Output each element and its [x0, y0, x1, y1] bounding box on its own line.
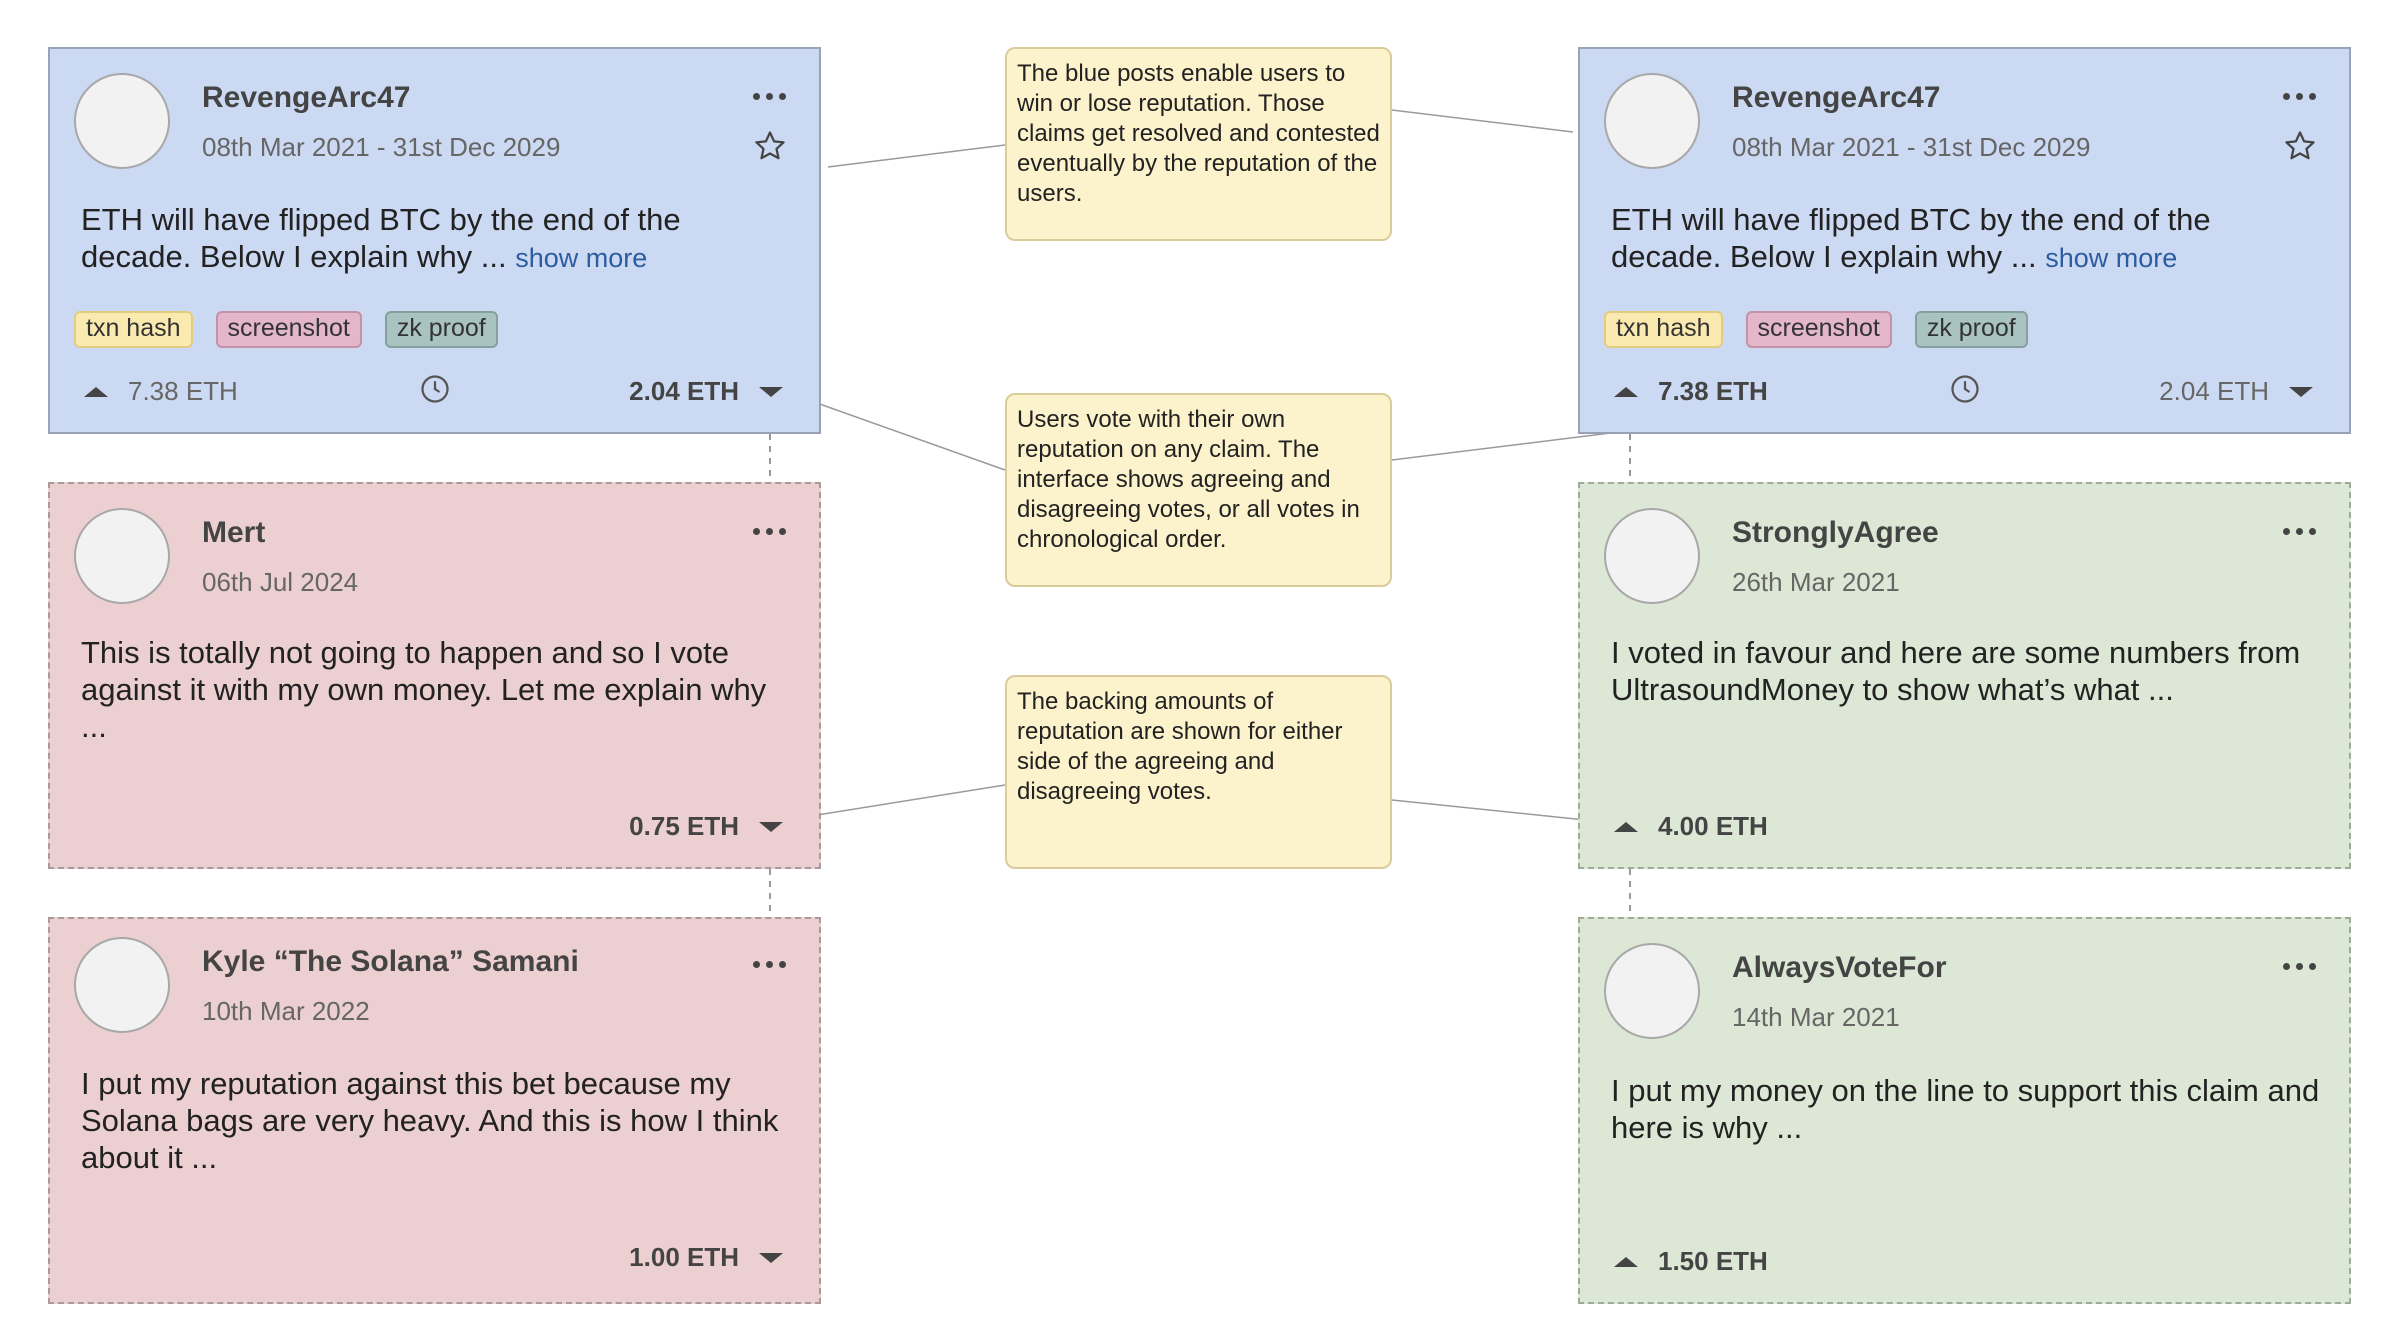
upvote-icon	[1614, 386, 1638, 397]
clock-icon[interactable]	[420, 374, 450, 404]
note-voting: Users vote with their own reputation on …	[1005, 393, 1392, 587]
claim-card-left[interactable]: RevengeArc47 08th Mar 2021 - 31st Dec 20…	[48, 47, 821, 434]
tag-txn-hash[interactable]: txn hash	[1604, 311, 1723, 348]
star-icon[interactable]	[2283, 129, 2317, 163]
connector-blue-post-note-right	[1391, 109, 1574, 133]
vote-text: This is totally not going to happen and …	[81, 635, 767, 744]
upvote-button[interactable]: 7.38 ETH	[1614, 376, 1768, 407]
connector-blue-post-note	[827, 144, 1006, 168]
downvote-icon	[759, 1252, 783, 1263]
vote-text: I put my reputation against this bet bec…	[81, 1066, 779, 1175]
avatar[interactable]	[74, 937, 170, 1033]
username[interactable]: Mert	[202, 516, 265, 550]
upvote-icon	[84, 386, 108, 397]
vote-card-alwaysvotefor[interactable]: AlwaysVoteFor 14th Mar 2021 I put my mon…	[1578, 917, 2351, 1304]
more-options-icon[interactable]	[753, 93, 787, 101]
downvote-icon	[759, 386, 783, 397]
upvote-amount: 7.38 ETH	[128, 376, 238, 406]
vote-card-kyle[interactable]: Kyle “The Solana” Samani 10th Mar 2022 I…	[48, 917, 821, 1304]
downvote-amount: 2.04 ETH	[629, 376, 739, 406]
vote-date: 10th Mar 2022	[202, 996, 370, 1026]
vote-date: 26th Mar 2021	[1732, 567, 1900, 597]
more-options-icon[interactable]	[753, 961, 787, 969]
downvote-amount-display[interactable]: 1.00 ETH	[629, 1242, 783, 1273]
show-more-link[interactable]: show more	[515, 243, 647, 273]
claim-text: ETH will have flipped BTC by the end of …	[1611, 201, 2321, 277]
username[interactable]: RevengeArc47	[202, 81, 410, 115]
tag-txn-hash[interactable]: txn hash	[74, 311, 193, 348]
tag-zk-proof[interactable]: zk proof	[384, 311, 498, 348]
vote-text: I put my money on the line to support th…	[1611, 1073, 2320, 1145]
username[interactable]: AlwaysVoteFor	[1732, 951, 1947, 985]
clock-icon[interactable]	[1950, 374, 1980, 404]
vote-text: I voted in favour and here are some numb…	[1611, 635, 2301, 707]
downvote-amount: 1.00 ETH	[629, 1242, 739, 1272]
vote-date: 14th Mar 2021	[1732, 1002, 1900, 1032]
upvote-amount: 4.00 ETH	[1658, 811, 1768, 841]
avatar[interactable]	[1604, 73, 1700, 169]
tag-screenshot[interactable]: screenshot	[215, 311, 362, 348]
show-more-link[interactable]: show more	[2045, 243, 2177, 273]
downvote-button[interactable]: 2.04 ETH	[629, 376, 783, 407]
upvote-amount: 7.38 ETH	[1658, 376, 1768, 406]
username[interactable]: StronglyAgree	[1732, 516, 1939, 550]
avatar[interactable]	[1604, 943, 1700, 1039]
evidence-tags: txn hash screenshot zk proof	[1604, 311, 2028, 348]
tag-zk-proof[interactable]: zk proof	[1914, 311, 2028, 348]
upvote-icon	[1614, 821, 1638, 832]
claim-card-right[interactable]: RevengeArc47 08th Mar 2021 - 31st Dec 20…	[1578, 47, 2351, 434]
claim-date-range: 08th Mar 2021 - 31st Dec 2029	[1732, 132, 2091, 162]
vote-card-stronglyagree[interactable]: StronglyAgree 26th Mar 2021 I voted in f…	[1578, 482, 2351, 869]
downvote-amount: 0.75 ETH	[629, 811, 739, 841]
downvote-amount: 2.04 ETH	[2159, 376, 2269, 406]
tag-screenshot[interactable]: screenshot	[1745, 311, 1892, 348]
vote-date: 06th Jul 2024	[202, 567, 359, 597]
more-options-icon[interactable]	[753, 528, 787, 536]
note-backing-amounts: The backing amounts of reputation are sh…	[1005, 675, 1392, 869]
more-options-icon[interactable]	[2283, 528, 2317, 536]
star-icon[interactable]	[753, 129, 787, 163]
more-options-icon[interactable]	[2283, 93, 2317, 101]
avatar[interactable]	[1604, 508, 1700, 604]
claim-text: ETH will have flipped BTC by the end of …	[81, 201, 791, 277]
downvote-button[interactable]: 2.04 ETH	[2159, 376, 2313, 407]
avatar[interactable]	[74, 508, 170, 604]
note-blue-posts: The blue posts enable users to win or lo…	[1005, 47, 1392, 241]
username[interactable]: Kyle “The Solana” Samani	[202, 945, 579, 979]
upvote-icon	[1614, 1256, 1638, 1267]
claim-date-range: 08th Mar 2021 - 31st Dec 2029	[202, 132, 561, 162]
evidence-tags: txn hash screenshot zk proof	[74, 311, 498, 348]
downvote-amount-display[interactable]: 0.75 ETH	[629, 811, 783, 842]
upvote-button[interactable]: 7.38 ETH	[84, 376, 238, 407]
username[interactable]: RevengeArc47	[1732, 81, 1940, 115]
downvote-icon	[759, 821, 783, 832]
upvote-amount-display[interactable]: 1.50 ETH	[1614, 1246, 1768, 1277]
avatar[interactable]	[74, 73, 170, 169]
more-options-icon[interactable]	[2283, 963, 2317, 971]
upvote-amount-display[interactable]: 4.00 ETH	[1614, 811, 1768, 842]
vote-card-mert[interactable]: Mert 06th Jul 2024 This is totally not g…	[48, 482, 821, 869]
upvote-amount: 1.50 ETH	[1658, 1246, 1768, 1276]
downvote-icon	[2289, 386, 2313, 397]
